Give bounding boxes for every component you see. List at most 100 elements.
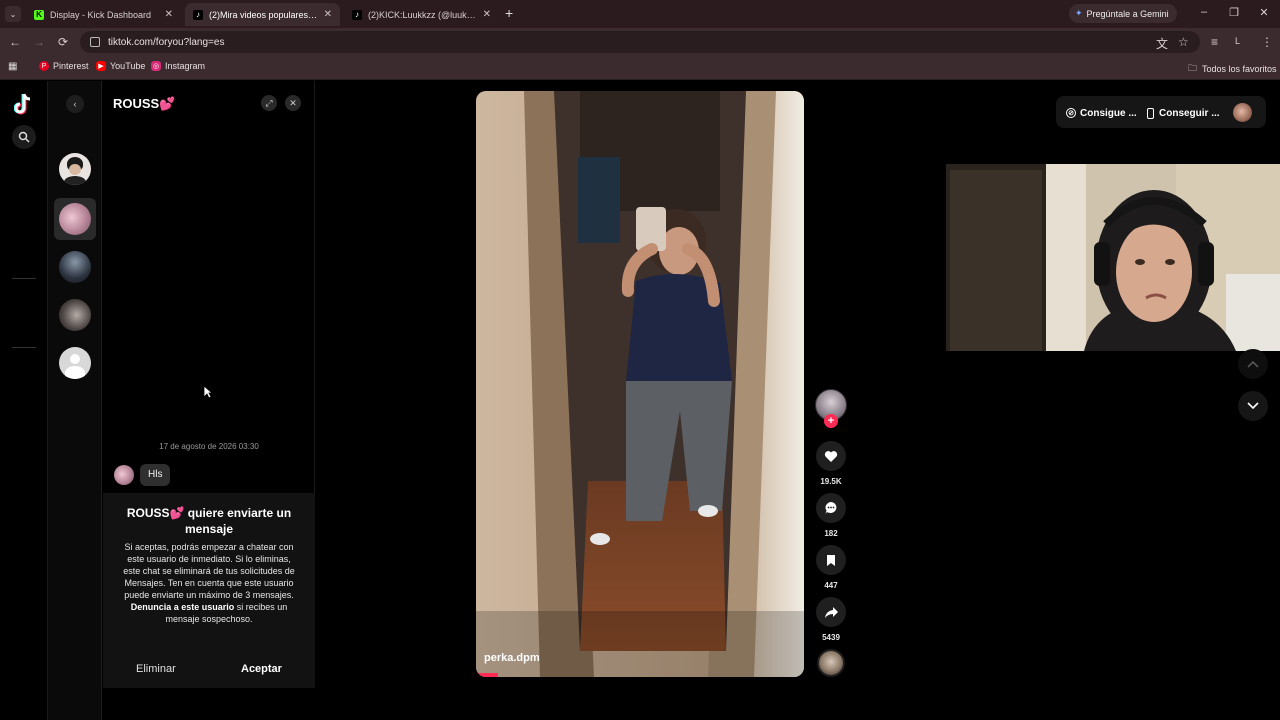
- media-icon[interactable]: ≡: [1211, 35, 1218, 49]
- tiktok-icon: ♪: [352, 9, 362, 20]
- address-toolbar: ← → ⟳ tiktok.com/foryou?lang=es 文 ☆ ≡ L …: [0, 28, 1280, 56]
- all-bookmarks[interactable]: 🗀 Todos los favoritos: [1188, 61, 1277, 77]
- conversation-avatar-rouss[interactable]: [59, 203, 91, 235]
- bookmark-pinterest[interactable]: P Pinterest: [39, 61, 89, 71]
- webcam-frame: [946, 164, 1280, 351]
- close-icon[interactable]: ✕: [165, 9, 173, 20]
- tab-label: (2)KICK:Luukkzz (@luukkzz_) | T: [368, 9, 477, 20]
- request-body-text: Si aceptas, podrás empezar a chatear con…: [123, 542, 295, 600]
- chat-title: ROUSS💕: [113, 96, 176, 111]
- bookmark-label: Instagram: [165, 61, 206, 71]
- bookmarks-bar: ▦ P Pinterest ▶ YouTube ◎ Instagram 🗀 To…: [0, 56, 1280, 80]
- music-disc-icon[interactable]: [817, 649, 845, 677]
- instagram-icon: ◎: [151, 61, 161, 71]
- request-body: Si aceptas, podrás empezar a chatear con…: [119, 541, 299, 625]
- all-bookmarks-label: Todos los favoritos: [1202, 64, 1277, 74]
- tab-tiktok-foryou[interactable]: ♪ (2)Mira videos populares seleccio ✕: [185, 3, 340, 26]
- chat-panel: ‹ ROUSS💕 ⤢ ✕ 17 de agosto de 2026 03:30 …: [66, 81, 315, 688]
- forward-icon[interactable]: →: [33, 35, 45, 49]
- tab-tiktok-profile[interactable]: ♪ (2)KICK:Luukkzz (@luukkzz_) | T ✕: [344, 3, 499, 26]
- user-avatar[interactable]: [1233, 103, 1252, 122]
- gemini-label: Pregúntale a Gemini: [1086, 8, 1169, 19]
- folder-icon: 🗀: [1188, 63, 1198, 73]
- gemini-icon: ✦: [1075, 8, 1083, 18]
- share-action: 5439: [816, 597, 846, 642]
- bookmark-instagram[interactable]: ◎ Instagram: [151, 61, 205, 71]
- follow-plus-icon[interactable]: +: [824, 414, 838, 428]
- delete-button[interactable]: Eliminar: [136, 663, 176, 675]
- comment-count: 182: [824, 529, 838, 538]
- sender-avatar[interactable]: [114, 465, 134, 485]
- previous-video-button[interactable]: [1238, 349, 1268, 379]
- conversation-avatar[interactable]: [59, 153, 91, 185]
- url-bar[interactable]: tiktok.com/foryou?lang=es: [80, 31, 1200, 53]
- pinterest-icon: P: [39, 61, 49, 71]
- report-user-link[interactable]: Denuncia a este usuario: [131, 602, 235, 612]
- browser-tab-bar: ⌄ K Display - Kick Dashboard ✕ ♪ (2)Mira…: [0, 0, 1280, 28]
- save-action: 447: [816, 545, 846, 590]
- divider: [12, 278, 36, 279]
- translate-icon[interactable]: 文: [1156, 35, 1168, 52]
- star-icon[interactable]: ☆: [1178, 35, 1189, 49]
- save-count: 447: [824, 581, 838, 590]
- close-icon[interactable]: ✕: [285, 95, 301, 111]
- kick-icon: K: [34, 9, 44, 20]
- close-icon[interactable]: ✕: [483, 9, 491, 20]
- coin-icon: ⊘: [1066, 108, 1076, 118]
- restore-button[interactable]: ❐: [1226, 6, 1242, 19]
- message-request-box: ROUSS💕 quiere enviarte un mensaje Si ace…: [103, 493, 315, 688]
- divider: [12, 347, 36, 348]
- phone-icon: [1147, 107, 1154, 119]
- comment-action: 182: [816, 493, 846, 538]
- new-tab-button[interactable]: +: [505, 5, 513, 21]
- get-app-label: Conseguir ...: [1159, 107, 1220, 119]
- minimize-button[interactable]: –: [1196, 6, 1212, 18]
- conversation-list: [48, 81, 102, 720]
- bookmark-icon[interactable]: [816, 545, 846, 575]
- share-count: 5439: [822, 633, 840, 642]
- back-icon[interactable]: ←: [9, 35, 21, 49]
- tab-label: Display - Kick Dashboard: [50, 9, 152, 20]
- default-avatar-icon[interactable]: [59, 347, 91, 379]
- tiktok-icon: ♪: [193, 9, 203, 20]
- left-rail: [0, 81, 48, 720]
- like-action: 19.5K: [816, 441, 846, 486]
- tiktok-page: ‹ ROUSS💕 ⤢ ✕ 17 de agosto de 2026 03:30 …: [0, 81, 1280, 720]
- share-icon[interactable]: [816, 597, 846, 627]
- conversation-avatar[interactable]: [59, 299, 91, 331]
- tab-search-button[interactable]: ⌄: [5, 6, 21, 22]
- video-player[interactable]: perka.dpm: [476, 91, 804, 677]
- url-text: tiktok.com/foryou?lang=es: [108, 36, 225, 48]
- heart-icon[interactable]: [816, 441, 846, 471]
- bookmark-youtube[interactable]: ▶ YouTube: [96, 61, 145, 71]
- apps-icon[interactable]: ▦: [8, 61, 17, 72]
- accept-button[interactable]: Aceptar: [241, 663, 282, 675]
- webcam-overlay: [946, 164, 1280, 351]
- get-app-button[interactable]: Conseguir ...: [1147, 103, 1220, 123]
- menu-icon[interactable]: ⋮: [1261, 35, 1273, 49]
- comment-icon[interactable]: [816, 493, 846, 523]
- tab-kick-dashboard[interactable]: K Display - Kick Dashboard ✕: [26, 3, 181, 26]
- expand-icon[interactable]: ⤢: [261, 95, 277, 111]
- message-timestamp: 17 de agosto de 2026 03:30: [159, 442, 259, 451]
- tiktok-logo-icon[interactable]: [13, 93, 34, 115]
- back-arrow-icon[interactable]: ‹: [66, 95, 84, 113]
- bookmark-label: Pinterest: [53, 61, 89, 71]
- tab-label: (2)Mira videos populares seleccio: [209, 9, 318, 20]
- profile-avatar[interactable]: L: [1235, 36, 1240, 46]
- mouse-cursor: [203, 385, 214, 404]
- get-coins-button[interactable]: ⊘ Consigue ...: [1066, 103, 1137, 123]
- conversation-avatar[interactable]: [59, 251, 91, 283]
- reload-icon[interactable]: ⟳: [58, 35, 68, 49]
- video-author[interactable]: perka.dpm: [484, 652, 540, 664]
- site-info-icon[interactable]: [90, 37, 100, 47]
- close-icon[interactable]: ✕: [324, 9, 332, 20]
- gemini-button[interactable]: ✦ Pregúntale a Gemini: [1069, 4, 1177, 23]
- video-frame: [476, 91, 804, 677]
- next-video-button[interactable]: [1238, 391, 1268, 421]
- search-icon[interactable]: [12, 125, 36, 149]
- window-close-button[interactable]: ✕: [1256, 6, 1272, 19]
- message-bubble: Hls: [140, 464, 171, 486]
- get-coins-label: Consigue ...: [1080, 107, 1137, 119]
- like-count: 19.5K: [820, 477, 842, 486]
